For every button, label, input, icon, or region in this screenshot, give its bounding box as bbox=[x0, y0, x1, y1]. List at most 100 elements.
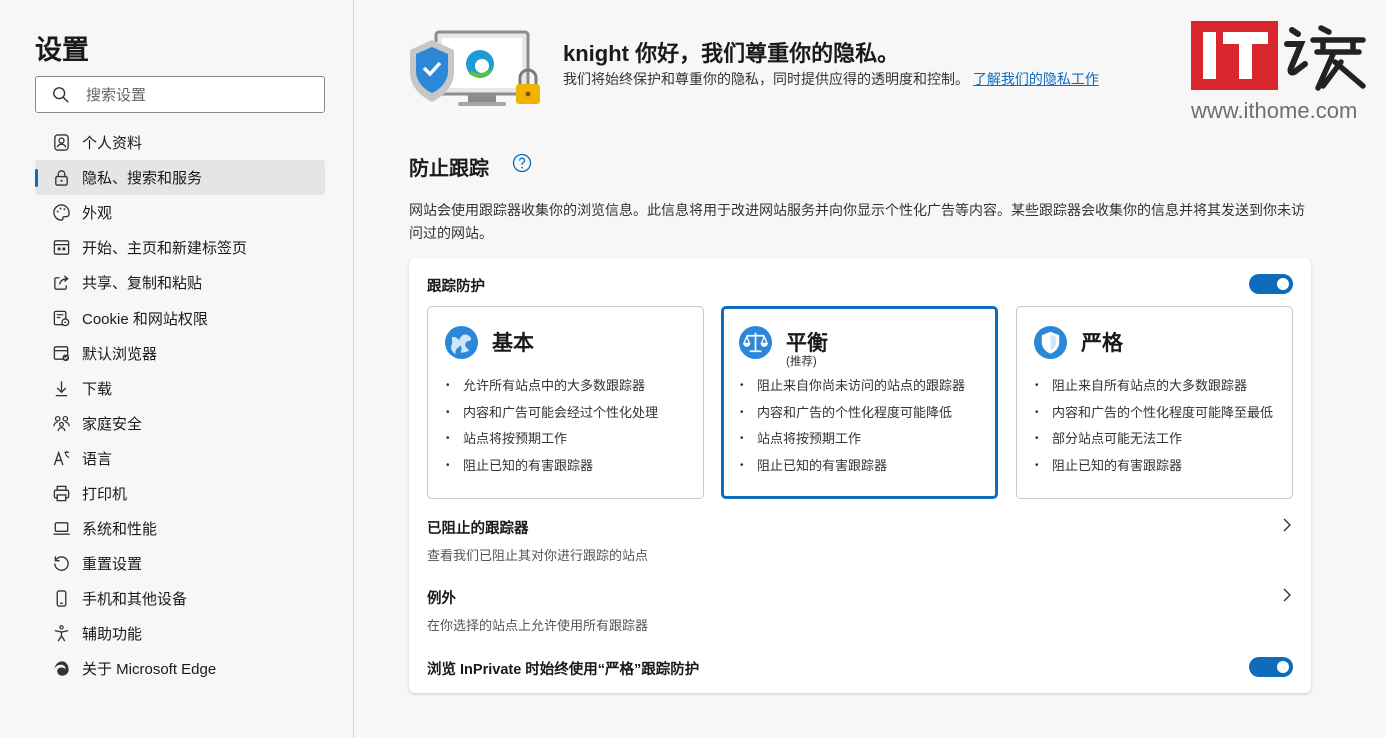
globe-icon bbox=[444, 325, 479, 360]
cookie-icon bbox=[53, 310, 69, 326]
sidebar-item-label: 关于 Microsoft Edge bbox=[82, 661, 217, 679]
list-item: 部分站点可能无法工作 bbox=[1035, 426, 1273, 453]
tracking-section-description: 网站会使用跟踪器收集你的浏览信息。此信息将用于改进网站服务并向你显示个性化广告等… bbox=[409, 202, 1305, 241]
sidebar-item-cookies[interactable]: Cookie 和网站权限 bbox=[35, 300, 325, 335]
sidebar-item-language[interactable]: 语言 bbox=[35, 441, 325, 476]
search-box[interactable] bbox=[35, 76, 325, 113]
edge-icon bbox=[53, 661, 69, 677]
list-item: 阻止来自你尚未访问的站点的跟踪器 bbox=[740, 373, 965, 400]
sidebar-item-label: Cookie 和网站权限 bbox=[82, 310, 208, 328]
list-item: 内容和广告可能会经过个性化处理 bbox=[446, 400, 658, 427]
option-balanced-bullets: 阻止来自你尚未访问的站点的跟踪器 内容和广告的个性化程度可能降低 站点将按预期工… bbox=[740, 373, 965, 480]
option-balanced[interactable]: 平衡 (推荐) 阻止来自你尚未访问的站点的跟踪器 内容和广告的个性化程度可能降低… bbox=[721, 306, 998, 499]
help-icon[interactable] bbox=[512, 153, 532, 173]
sidebar-item-devices[interactable]: 手机和其他设备 bbox=[35, 581, 325, 616]
sidebar-item-about[interactable]: 关于 Microsoft Edge bbox=[35, 651, 325, 686]
sidebar-item-appearance[interactable]: 外观 bbox=[35, 195, 325, 230]
laptop-icon bbox=[52, 522, 70, 535]
hero-description-text: 我们将始终保护和尊重你的隐私，同时提供应得的透明度和控制。 bbox=[563, 71, 969, 87]
list-item: 站点将按预期工作 bbox=[740, 426, 965, 453]
sidebar-item-label: 隐私、搜索和服务 bbox=[82, 170, 203, 188]
sidebar-item-label: 重置设置 bbox=[82, 556, 143, 574]
sidebar-item-label: 个人资料 bbox=[82, 135, 143, 153]
list-item: 允许所有站点中的大多数跟踪器 bbox=[446, 373, 658, 400]
option-strict[interactable]: 严格 阻止来自所有站点的大多数跟踪器 内容和广告的个性化程度可能降至最低 部分站… bbox=[1016, 306, 1293, 499]
family-icon bbox=[52, 415, 70, 431]
watermark-url: www.ithome.com bbox=[1190, 98, 1357, 123]
printer-icon bbox=[53, 485, 69, 502]
share-icon bbox=[53, 275, 69, 291]
privacy-illustration bbox=[410, 30, 540, 106]
privacy-learn-more-link[interactable]: 了解我们的隐私工作 bbox=[973, 71, 1099, 87]
list-item: 阻止已知的有害跟踪器 bbox=[1035, 453, 1273, 480]
sidebar-item-family[interactable]: 家庭安全 bbox=[35, 406, 325, 441]
option-balanced-subtitle: (推荐) bbox=[786, 356, 817, 368]
sidebar-item-label: 默认浏览器 bbox=[82, 345, 158, 363]
lock-icon bbox=[54, 170, 68, 186]
settings-sidebar: 设置 个人资料 隐私、搜索和服务 外观 开始、主页和新建标签页 共享、复制和粘贴… bbox=[0, 0, 354, 738]
sidebar-item-label: 语言 bbox=[82, 450, 113, 468]
inprivate-strict-toggle[interactable] bbox=[1249, 657, 1293, 677]
phone-icon bbox=[56, 590, 66, 608]
language-icon bbox=[53, 450, 69, 466]
profile-icon bbox=[53, 134, 69, 151]
option-strict-bullets: 阻止来自所有站点的大多数跟踪器 内容和广告的个性化程度可能降至最低 部分站点可能… bbox=[1035, 373, 1273, 480]
option-basic-title: 基本 bbox=[492, 332, 534, 355]
sidebar-item-default-browser[interactable]: 默认浏览器 bbox=[35, 336, 325, 371]
tracking-section-title: 防止跟踪 bbox=[409, 158, 489, 180]
scales-icon bbox=[738, 325, 773, 360]
sidebar-item-label: 打印机 bbox=[82, 485, 128, 503]
sidebar-item-label: 系统和性能 bbox=[82, 521, 158, 539]
inprivate-strict-label: 浏览 InPrivate 时始终使用“严格”跟踪防护 bbox=[427, 662, 700, 678]
sidebar-nav: 个人资料 隐私、搜索和服务 外观 开始、主页和新建标签页 共享、复制和粘贴 Co… bbox=[35, 125, 325, 687]
blocked-trackers-description: 查看我们已阻止其对你进行跟踪的站点 bbox=[427, 548, 649, 563]
sidebar-item-downloads[interactable]: 下载 bbox=[35, 371, 325, 406]
sidebar-item-profile[interactable]: 个人资料 bbox=[35, 125, 325, 160]
chevron-right-icon[interactable] bbox=[1281, 587, 1293, 603]
tracking-prevention-toggle[interactable] bbox=[1249, 274, 1293, 294]
main-content: knight 你好，我们尊重你的隐私。 我们将始终保护和尊重你的隐私，同时提供应… bbox=[355, 0, 1385, 738]
hero-title: knight 你好，我们尊重你的隐私。 bbox=[563, 41, 900, 66]
list-item: 站点将按预期工作 bbox=[446, 426, 658, 453]
search-input[interactable] bbox=[86, 83, 316, 107]
sidebar-item-reset[interactable]: 重置设置 bbox=[35, 546, 325, 581]
hero-description: 我们将始终保护和尊重你的隐私，同时提供应得的透明度和控制。 了解我们的隐私工作 bbox=[563, 68, 1143, 91]
sidebar-item-label: 开始、主页和新建标签页 bbox=[82, 240, 248, 258]
blocked-trackers-label[interactable]: 已阻止的跟踪器 bbox=[427, 517, 529, 538]
shield-icon bbox=[1033, 325, 1068, 360]
ithome-watermark-logo: www.ithome.com bbox=[1190, 21, 1366, 123]
sidebar-title: 设置 bbox=[35, 35, 89, 65]
sidebar-item-label: 家庭安全 bbox=[82, 415, 143, 433]
search-icon bbox=[53, 87, 69, 103]
sidebar-item-label: 外观 bbox=[82, 205, 113, 223]
sidebar-item-system[interactable]: 系统和性能 bbox=[35, 511, 325, 546]
download-icon bbox=[55, 381, 67, 396]
list-item: 阻止已知的有害跟踪器 bbox=[446, 453, 658, 480]
sidebar-item-label: 下载 bbox=[82, 380, 113, 398]
option-basic-bullets: 允许所有站点中的大多数跟踪器 内容和广告可能会经过个性化处理 站点将按预期工作 … bbox=[446, 373, 658, 480]
sidebar-item-label: 共享、复制和粘贴 bbox=[82, 275, 203, 293]
reset-icon bbox=[53, 556, 69, 572]
exceptions-label[interactable]: 例外 bbox=[427, 587, 456, 608]
sidebar-item-printers[interactable]: 打印机 bbox=[35, 476, 325, 511]
list-item: 阻止来自所有站点的大多数跟踪器 bbox=[1035, 373, 1273, 400]
option-strict-title: 严格 bbox=[1081, 332, 1123, 355]
chevron-right-icon[interactable] bbox=[1281, 517, 1293, 533]
sidebar-item-label: 辅助功能 bbox=[82, 626, 143, 644]
option-basic[interactable]: 基本 允许所有站点中的大多数跟踪器 内容和广告可能会经过个性化处理 站点将按预期… bbox=[427, 306, 704, 499]
exceptions-description: 在你选择的站点上允许使用所有跟踪器 bbox=[427, 618, 649, 633]
tracking-prevention-card: 跟踪防护 基本 允许所有站点中的大多数跟踪器 内容和广告可能会经过个性化处理 站… bbox=[409, 258, 1311, 693]
home-tab-icon bbox=[53, 240, 69, 256]
browser-icon bbox=[53, 345, 69, 361]
list-item: 内容和广告的个性化程度可能降至最低 bbox=[1035, 400, 1273, 427]
sidebar-item-label: 手机和其他设备 bbox=[82, 591, 188, 609]
accessibility-icon bbox=[54, 625, 68, 642]
list-item: 内容和广告的个性化程度可能降低 bbox=[740, 400, 965, 427]
sidebar-item-start-home[interactable]: 开始、主页和新建标签页 bbox=[35, 230, 325, 265]
list-item: 阻止已知的有害跟踪器 bbox=[740, 453, 965, 480]
tracking-prevention-label: 跟踪防护 bbox=[427, 279, 485, 295]
sidebar-item-accessibility[interactable]: 辅助功能 bbox=[35, 616, 325, 651]
sidebar-item-share[interactable]: 共享、复制和粘贴 bbox=[35, 265, 325, 300]
palette-icon bbox=[52, 204, 70, 221]
sidebar-item-privacy[interactable]: 隐私、搜索和服务 bbox=[35, 160, 325, 196]
